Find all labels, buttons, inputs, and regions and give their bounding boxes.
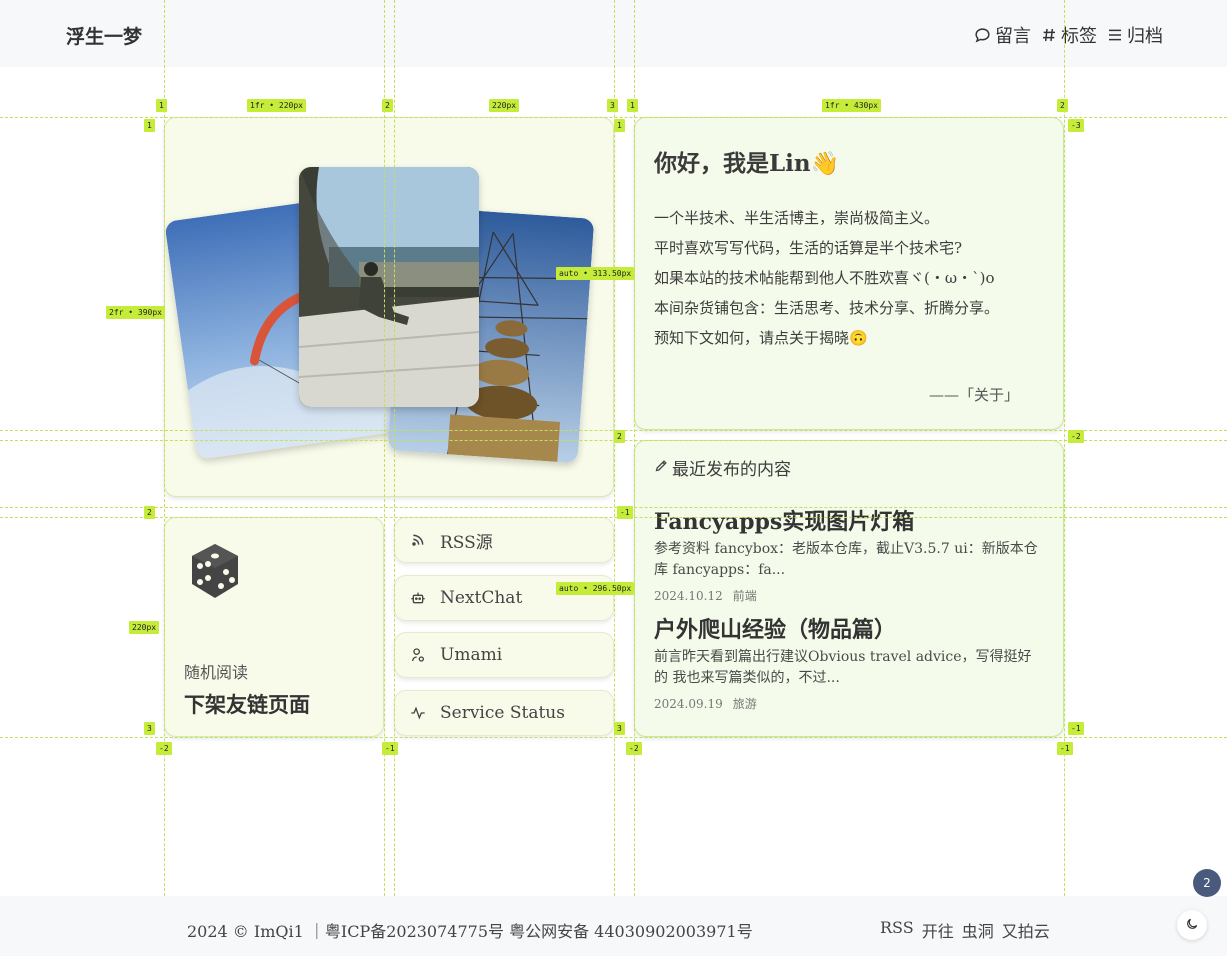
grid-label: 2	[144, 506, 155, 519]
intro-text: 一个半技术、半生活博主，崇尚极简主义。 平时喜欢写写代码，生活的话算是半个技术宅…	[654, 203, 999, 353]
grid-label: 220px	[489, 99, 520, 112]
link-label: RSS源	[440, 532, 493, 553]
link-service-status[interactable]: Service Status	[394, 690, 614, 736]
grid-label: 1fr • 220px	[247, 99, 306, 112]
grid-label: 3	[144, 722, 155, 735]
site-title[interactable]: 浮生一梦	[66, 22, 142, 49]
dice-icon	[188, 542, 242, 604]
main-nav: 留言 标签 归档	[974, 22, 1163, 48]
grid-label: -3	[1068, 119, 1084, 132]
post-title[interactable]: Fancyapps实现图片灯箱	[654, 504, 914, 536]
grid-label: 3	[607, 99, 618, 112]
site-header: 浮生一梦 留言 标签 归档	[0, 0, 1227, 67]
post-meta: 2024.09.19 旅游	[654, 695, 757, 712]
grid-label: 1	[156, 99, 167, 112]
photo-stack	[164, 117, 614, 497]
message-bubble-icon	[974, 27, 991, 44]
grid-label: 1	[614, 119, 625, 132]
grid-label: -1	[1068, 722, 1084, 735]
post-title[interactable]: 户外爬山经验（物品篇）	[654, 612, 896, 644]
footer-links: RSS 开往 虫洞 又拍云	[880, 918, 1050, 942]
link-label: Umami	[440, 645, 503, 665]
nav-item-tags[interactable]: 标签	[1041, 22, 1097, 48]
nav-label: 归档	[1127, 26, 1163, 47]
grid-label: 1	[627, 99, 638, 112]
notification-badge[interactable]: 2	[1193, 869, 1221, 897]
random-read-label: 随机阅读	[184, 663, 249, 682]
copyright-text[interactable]: 2024 © ImQi1 ｜粤ICP备2023074775号 粤公网安备 440…	[187, 918, 753, 942]
robot-icon	[395, 590, 440, 606]
grid-label: 220px	[129, 621, 160, 634]
grid-label: -1	[382, 742, 398, 755]
grid-label: 2	[382, 99, 393, 112]
post-category[interactable]: 旅游	[733, 697, 757, 711]
post-excerpt: 参考资料 fancybox：老版本仓库，截止V3.5.7 ui：新版本仓库 fa…	[654, 541, 1038, 578]
recent-heading: 最近发布的内容	[654, 455, 791, 480]
recent-heading-label: 最近发布的内容	[672, 460, 791, 480]
nav-label: 标签	[1061, 26, 1097, 47]
grid-label: 2	[1057, 99, 1068, 112]
grid-line	[0, 737, 1227, 738]
grid-label: -2	[156, 742, 172, 755]
nav-item-archive[interactable]: 归档	[1107, 22, 1163, 48]
moon-icon	[1185, 916, 1199, 935]
hash-icon	[1041, 27, 1057, 43]
pencil-icon	[654, 458, 669, 478]
pulse-icon	[395, 705, 440, 721]
about-link[interactable]: ——「关于」	[929, 384, 1019, 405]
footer-link[interactable]: 开往	[922, 918, 954, 942]
nav-label: 留言	[995, 26, 1031, 47]
random-read-title[interactable]: 下架友链页面	[184, 689, 310, 719]
intro-line: 如果本站的技术帖能帮到他人不胜欢喜ヾ(・ω・`)o	[654, 269, 995, 287]
link-umami[interactable]: Umami	[394, 632, 614, 678]
intro-title: 你好，我是Lin👋	[654, 150, 840, 177]
post-meta: 2024.10.12 前端	[654, 587, 757, 604]
intro-line: 一个半技术、半生活博主，崇尚极简主义。	[654, 209, 940, 227]
post-date: 2024.09.19	[654, 697, 723, 711]
grid-label: auto • 313.50px	[556, 267, 635, 280]
link-label: NextChat	[440, 588, 523, 608]
link-label: Service Status	[440, 703, 565, 723]
grid-label: 2fr • 390px	[106, 306, 165, 319]
menu-lines-icon	[1107, 27, 1123, 43]
nav-item-guestbook[interactable]: 留言	[974, 22, 1031, 48]
grid-label: 1fr • 430px	[822, 99, 881, 112]
intro-line: 预知下文如何，请点关于揭晓🙃	[654, 329, 868, 347]
grid-line	[614, 0, 615, 956]
footer-link[interactable]: 虫洞	[962, 918, 994, 942]
intro-line: 平时喜欢写写代码，生活的话算是半个技术宅?	[654, 239, 963, 257]
grid-label: 2	[614, 430, 625, 443]
grid-label: -1	[1057, 742, 1073, 755]
footer-link[interactable]: RSS	[880, 918, 914, 942]
post-excerpt: 前言昨天看到篇出行建议Obvious travel advice，写得挺好的 我…	[654, 649, 1032, 686]
grid-label: -1	[617, 506, 633, 519]
post-date: 2024.10.12	[654, 589, 723, 603]
grid-label: -2	[626, 742, 642, 755]
grid-label: 1	[144, 119, 155, 132]
theme-toggle-button[interactable]	[1177, 910, 1207, 940]
grid-label: 3	[614, 722, 625, 735]
user-chart-icon	[395, 647, 440, 663]
footer-link[interactable]: 又拍云	[1002, 918, 1050, 942]
grid-label: auto • 296.50px	[556, 582, 635, 595]
intro-line: 本间杂货铺包含：生活思考、技术分享、折腾分享。	[654, 299, 1000, 317]
rss-icon	[395, 532, 440, 548]
grid-label: -2	[1068, 430, 1084, 443]
link-rss[interactable]: RSS源	[394, 517, 614, 563]
grid-line	[1064, 0, 1065, 956]
post-category[interactable]: 前端	[733, 589, 757, 603]
person-window-photo[interactable]	[299, 167, 479, 407]
